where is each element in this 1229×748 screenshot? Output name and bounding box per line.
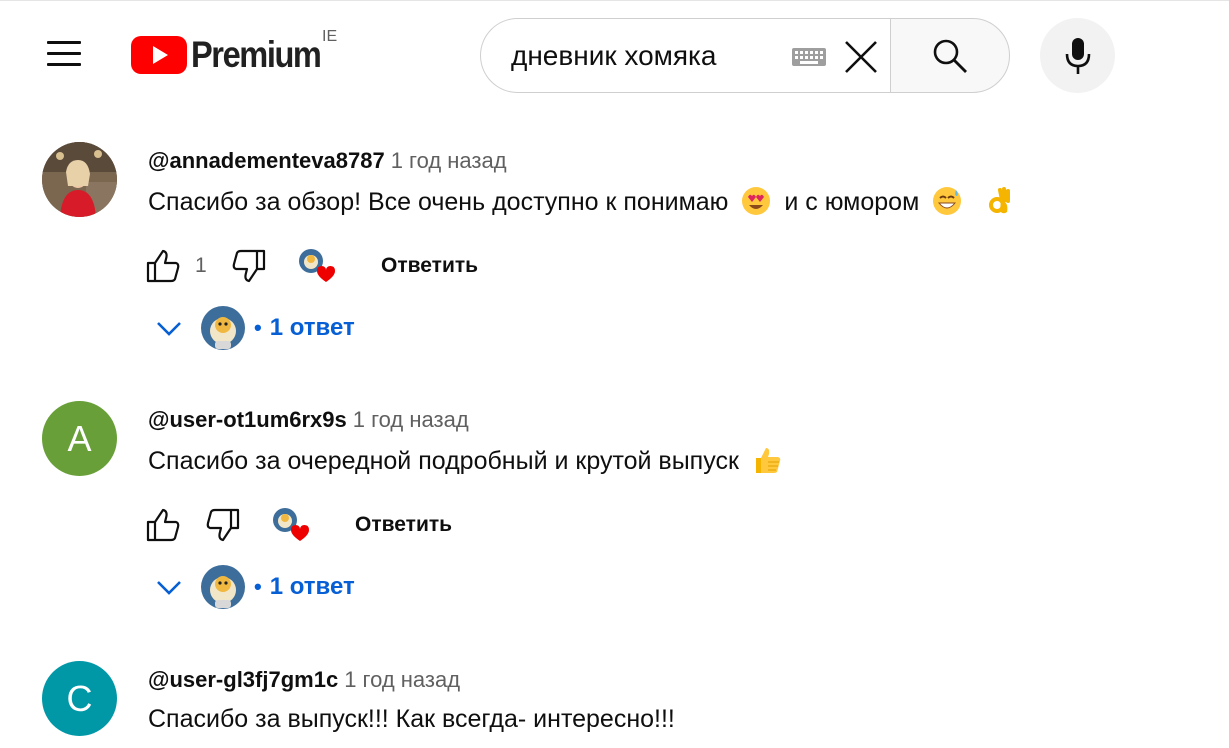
separator-dot: • xyxy=(254,574,262,599)
comment-time[interactable]: 1 год назад xyxy=(391,148,507,173)
replies-count: 1 ответ xyxy=(269,314,355,341)
comment-text: Спасибо за выпуск!!! Как всегда- интерес… xyxy=(148,705,675,734)
comment-meta: @annadementeva8787 1 год назад xyxy=(148,148,507,174)
view-replies-button[interactable]: • 1 ответ xyxy=(152,563,355,611)
search-icon xyxy=(933,39,967,73)
comment-author[interactable]: @annadementeva8787 xyxy=(148,148,385,173)
comment-meta: @user-gl3fj7gm1c 1 год назад xyxy=(148,667,460,693)
comment-text: Спасибо за очередной подробный и крутой … xyxy=(148,445,782,476)
comment-text-part: Спасибо за обзор! Все очень доступно к п… xyxy=(148,188,729,216)
comment-time[interactable]: 1 год назад xyxy=(353,407,469,432)
reply-button[interactable]: Ответить xyxy=(381,254,478,278)
logo-text: Premium xyxy=(191,34,322,75)
replies-count: 1 ответ xyxy=(269,573,355,600)
search-box[interactable] xyxy=(480,18,891,93)
thumbs-up-emoji xyxy=(755,448,781,473)
comment-text-part: Спасибо за очередной подробный и крутой … xyxy=(148,447,739,475)
like-icon[interactable] xyxy=(145,507,181,543)
dislike-icon[interactable] xyxy=(231,248,267,284)
creator-heart xyxy=(297,247,337,285)
avatar-letter: C xyxy=(66,677,93,719)
search-input[interactable] xyxy=(511,39,766,72)
separator-dot: • xyxy=(254,315,262,340)
comment-actions: Ответить xyxy=(145,505,452,545)
like-icon[interactable] xyxy=(145,248,181,284)
avatar-letter: A xyxy=(67,417,92,459)
sweat-smile-emoji xyxy=(933,187,962,215)
comment-text-part: Спасибо за выпуск!!! Как всегда- интерес… xyxy=(148,705,675,733)
youtube-page: Premium IE дневник хомяка @annadementeva… xyxy=(0,0,1229,748)
menu-icon[interactable] xyxy=(44,37,84,71)
creator-avatar xyxy=(201,306,245,350)
comment-author[interactable]: @user-gl3fj7gm1c xyxy=(148,667,338,692)
region-code: IE xyxy=(322,28,338,45)
reply-button[interactable]: Ответить xyxy=(355,513,452,537)
ok-hand-emoji xyxy=(989,187,1011,214)
keyboard-icon[interactable] xyxy=(791,47,827,67)
voice-search-button[interactable] xyxy=(1040,18,1115,93)
avatar-photo xyxy=(42,142,117,217)
avatar[interactable] xyxy=(42,142,117,217)
comment-text-part: и с юмором xyxy=(784,188,920,216)
dislike-icon[interactable] xyxy=(205,507,241,543)
comment-time[interactable]: 1 год назад xyxy=(344,667,460,692)
comment-text: Спасибо за обзор! Все очень доступно к п… xyxy=(148,186,1013,217)
creator-heart xyxy=(271,506,311,544)
creator-heart-icon xyxy=(299,249,335,282)
creator-heart-icon xyxy=(273,508,309,541)
youtube-premium-logo[interactable]: Premium xyxy=(131,34,338,75)
heart-eyes-emoji xyxy=(742,187,771,215)
comment-meta: @user-ot1um6rx9s 1 год назад xyxy=(148,407,469,433)
chevron-down-icon xyxy=(157,581,181,595)
youtube-play-icon xyxy=(131,36,187,74)
chevron-down-icon xyxy=(157,322,181,336)
avatar[interactable]: A xyxy=(42,401,117,476)
microphone-icon xyxy=(1065,37,1090,74)
search-button[interactable] xyxy=(890,18,1010,93)
view-replies-button[interactable]: • 1 ответ xyxy=(152,304,355,352)
comment-author[interactable]: @user-ot1um6rx9s xyxy=(148,407,347,432)
like-count: 1 xyxy=(195,254,207,277)
comment-actions: 1 Ответить xyxy=(145,246,478,286)
avatar[interactable]: C xyxy=(42,661,117,736)
creator-avatar xyxy=(201,565,245,609)
clear-search-icon[interactable] xyxy=(843,39,879,75)
